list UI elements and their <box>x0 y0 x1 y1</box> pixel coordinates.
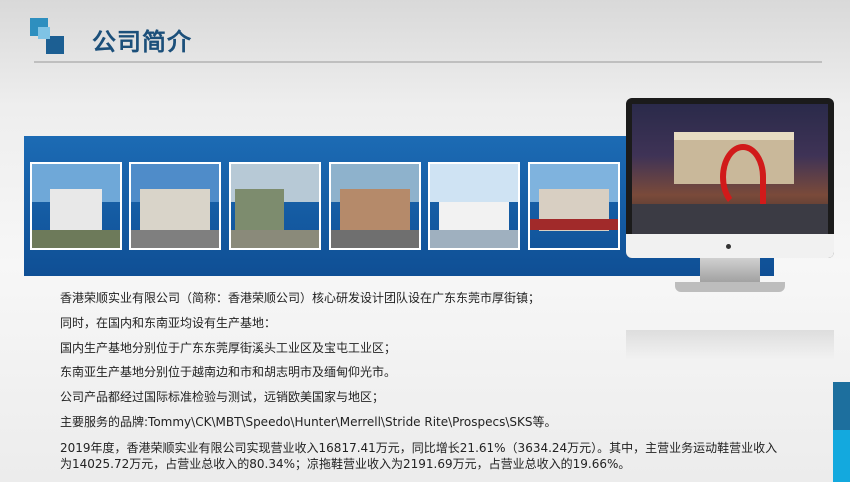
monitor-stand <box>700 258 760 284</box>
corner-accent-light <box>833 430 850 482</box>
revenue-paragraph: 2019年度，香港荣顺实业有限公司实现营业收入16817.41万元，同比增长21… <box>60 441 778 471</box>
factory-photo-5 <box>428 162 520 250</box>
factory-photo-4 <box>329 162 421 250</box>
brands-line: 主要服务的品牌:Tommy\CK\MBT\Speedo\Hunter\Merre… <box>60 415 557 429</box>
monitor <box>626 98 834 258</box>
intro-line-4: 东南亚生产基地分别位于越南边和市和胡志明市及缅甸仰光市。 <box>60 365 397 379</box>
intro-line-3: 国内生产基地分别位于广东东莞厚街溪头工业区及宝屯工业区； <box>60 341 397 355</box>
intro-line-1: 香港荣顺实业有限公司（简称：香港荣顺公司）核心研发设计团队设在广东东莞市厚街镇； <box>60 291 541 305</box>
intro-line-5: 公司产品都经过国际标准检验与测试，远销欧美国家与地区； <box>60 390 385 404</box>
page-title: 公司简介 <box>92 28 192 56</box>
title-divider <box>34 61 822 63</box>
factory-photo-1 <box>30 162 122 250</box>
corner-accent-dark <box>833 382 850 430</box>
factory-photo-3 <box>229 162 321 250</box>
factory-photo-6 <box>528 162 620 250</box>
monitor-screen-image <box>632 104 828 234</box>
logo-squares <box>30 18 66 54</box>
monitor-reflection <box>626 330 834 360</box>
monitor-base <box>675 282 785 292</box>
factory-photo-2 <box>129 162 221 250</box>
intro-line-2: 同时，在国内和东南亚均设有生产基地： <box>60 316 277 330</box>
